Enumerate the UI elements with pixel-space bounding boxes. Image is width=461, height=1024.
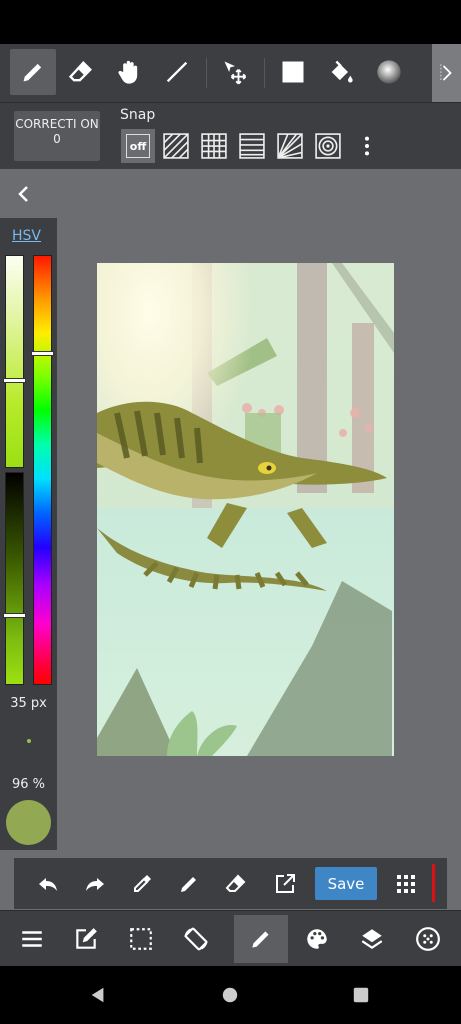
eraser-icon: [68, 60, 92, 82]
snap-bar: CORRECTI ON 0 Snap off: [0, 103, 461, 169]
snap-perspective-button[interactable]: [235, 129, 269, 163]
selection-button[interactable]: [114, 915, 168, 963]
current-color-swatch[interactable]: [6, 800, 51, 845]
snap-grid-button[interactable]: [197, 129, 231, 163]
canvas-artwork: [97, 263, 394, 756]
concentric-snap-icon: [315, 133, 341, 159]
brush-button[interactable]: [234, 915, 288, 963]
pen-icon: [23, 63, 42, 82]
hand-icon: [118, 60, 138, 84]
pen-icon: [252, 931, 269, 948]
snap-label: Snap: [120, 107, 156, 123]
hue-slider-handle[interactable]: [31, 351, 54, 356]
nav-back-button[interactable]: [86, 983, 110, 1007]
pen-icon: [181, 877, 196, 892]
toolbar-divider: [206, 58, 207, 88]
snap-off-button[interactable]: off: [121, 129, 155, 163]
snap-radial-button[interactable]: [273, 129, 307, 163]
layers-icon: [361, 929, 383, 949]
edit-button[interactable]: [59, 915, 113, 963]
collapse-panel-button[interactable]: [14, 182, 34, 206]
drawing-canvas[interactable]: [97, 263, 394, 756]
quick-eraser-button[interactable]: [218, 866, 254, 902]
undo-button[interactable]: [30, 866, 66, 902]
snap-more-button[interactable]: [350, 129, 384, 163]
more-vertical-icon: [364, 136, 370, 156]
undo-icon: [39, 878, 57, 891]
marquee-select-icon: [130, 928, 152, 950]
hsv-tab[interactable]: HSV: [12, 228, 41, 244]
recording-indicator: [432, 864, 435, 902]
move-arrow-icon: [224, 61, 247, 85]
toolbar-divider: [264, 58, 265, 88]
toolbar-expand-button[interactable]: [432, 44, 461, 102]
bottom-bar: [0, 910, 461, 967]
hamburger-menu-icon: [22, 931, 42, 947]
radial-snap-icon: [277, 133, 303, 159]
rotate-canvas-button[interactable]: [169, 915, 223, 963]
palette-icon: [307, 929, 327, 949]
brush-size-label[interactable]: 35 px: [0, 696, 57, 711]
external-link-icon: [276, 874, 295, 893]
gradient-tool-button[interactable]: [366, 49, 412, 95]
chevron-right-icon: [439, 64, 452, 82]
perspective-snap-icon: [239, 133, 265, 159]
move-select-tool-button[interactable]: [212, 49, 258, 95]
line-icon: [166, 61, 188, 83]
tool-toolbar: [0, 44, 461, 103]
layers-button[interactable]: [345, 915, 399, 963]
rectangle-tool-button[interactable]: [270, 49, 316, 95]
status-bar: [0, 0, 461, 44]
eraser-tool-button[interactable]: [58, 49, 104, 95]
hue-slider[interactable]: [33, 255, 52, 685]
nav-recents-button[interactable]: [349, 983, 373, 1007]
redo-icon: [86, 878, 104, 891]
pen-tool-button[interactable]: [10, 49, 56, 95]
eraser-icon: [225, 874, 246, 892]
grid-snap-icon: [201, 133, 227, 159]
eyedropper-icon: [134, 875, 151, 892]
hand-tool-button[interactable]: [106, 49, 152, 95]
redo-button[interactable]: [77, 866, 113, 902]
triangle-back-icon: [91, 987, 104, 1003]
quick-pen-button[interactable]: [171, 866, 207, 902]
material-button[interactable]: [401, 915, 455, 963]
correction-button[interactable]: CORRECTI ON 0: [14, 111, 100, 161]
fill-bucket-tool-button[interactable]: [318, 49, 364, 95]
saturation-slider[interactable]: [5, 255, 24, 468]
color-panel: HSV 35 px 96 %: [0, 218, 57, 850]
dots-grid-icon: [397, 875, 415, 893]
parallel-snap-icon: [163, 133, 189, 159]
grid-menu-button[interactable]: [388, 866, 424, 902]
brush-size-preview: [27, 739, 31, 743]
edit-square-icon: [76, 928, 97, 949]
value-slider-handle[interactable]: [3, 613, 26, 618]
nav-home-button[interactable]: [218, 983, 242, 1007]
opacity-label[interactable]: 96 %: [0, 777, 57, 792]
saturation-slider-handle[interactable]: [3, 378, 26, 383]
eyedropper-button[interactable]: [124, 866, 160, 902]
export-button[interactable]: [267, 866, 303, 902]
dotted-circle-icon: [416, 927, 440, 951]
color-palette-button[interactable]: [290, 915, 344, 963]
value-slider[interactable]: [5, 472, 24, 685]
main-menu-button[interactable]: [5, 915, 59, 963]
snap-parallel-button[interactable]: [159, 129, 193, 163]
circle-home-icon: [222, 987, 238, 1003]
snap-off-label: off: [126, 134, 150, 158]
rotate-screen-icon: [184, 927, 208, 951]
gradient-icon: [377, 60, 401, 84]
chevron-left-icon: [18, 186, 28, 202]
square-recents-icon: [353, 987, 369, 1003]
rectangle-icon: [282, 61, 304, 83]
line-tool-button[interactable]: [154, 49, 200, 95]
snap-concentric-button[interactable]: [311, 129, 345, 163]
action-bar: Save: [14, 858, 447, 909]
paint-bucket-icon: [331, 60, 353, 83]
save-button[interactable]: Save: [315, 867, 377, 900]
system-nav-bar: [0, 966, 461, 1024]
